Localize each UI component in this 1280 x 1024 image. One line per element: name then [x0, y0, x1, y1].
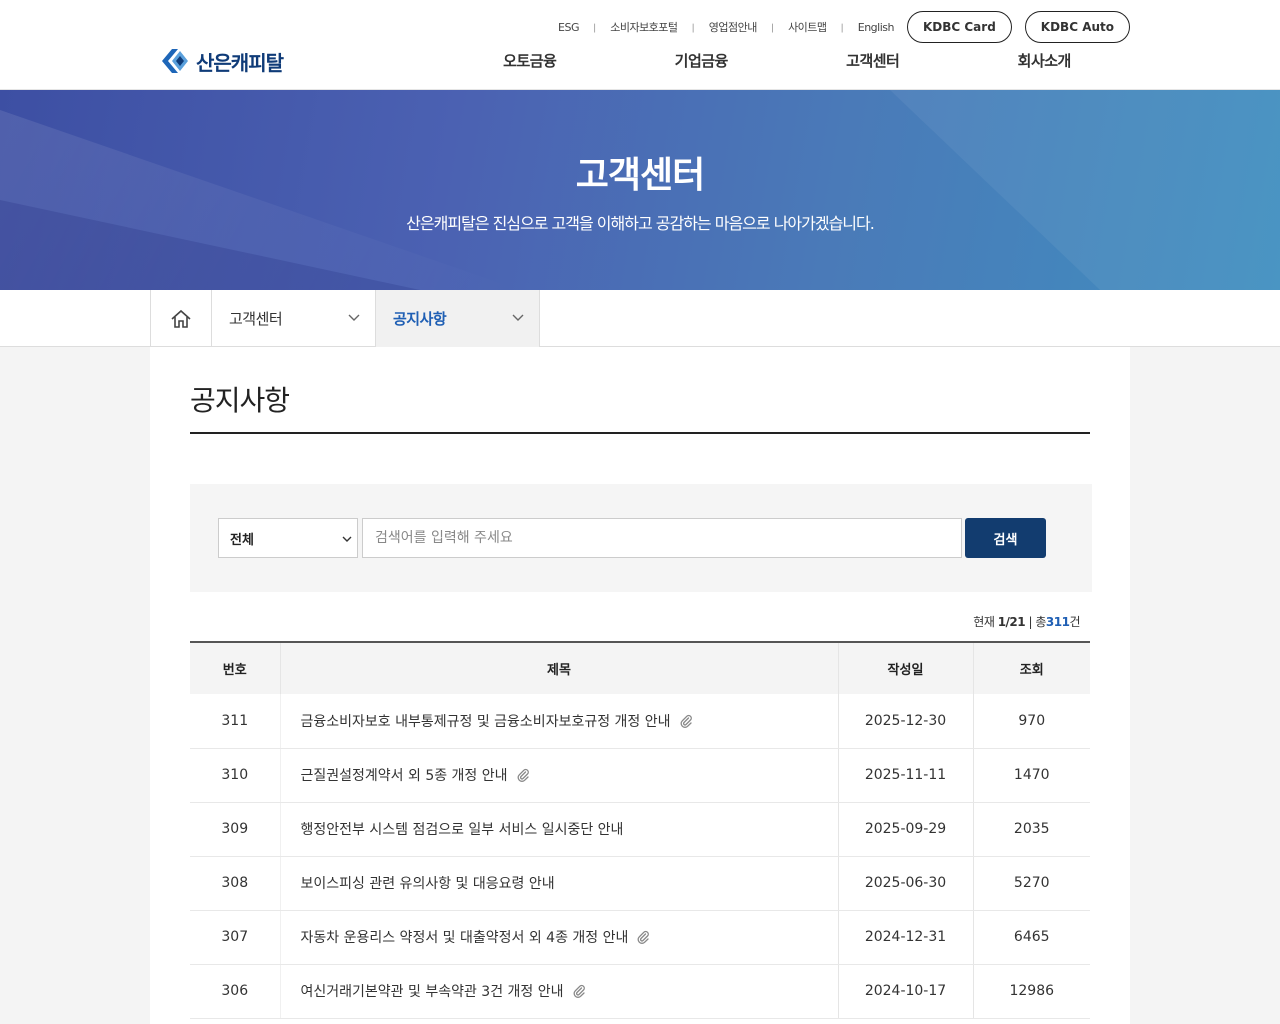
hero-subtitle: 산은캐피탈은 진심으로 고객을 이해하고 공감하는 마음으로 나아가겠습니다. [406, 214, 875, 233]
chevron-down-icon [342, 536, 352, 542]
attachment-icon [636, 930, 650, 944]
chevron-down-icon [348, 314, 360, 321]
location-bar: 고객센터 공지사항 [0, 290, 1280, 347]
row-title-cell: 여신거래기본약관 및 부속약관 3건 개정 안내 [279, 964, 839, 1019]
row-views: 1470 [973, 748, 1090, 803]
row-date: 2024-10-17 [838, 964, 974, 1019]
row-title-cell: 자동차 운용리스 약정서 및 대출약정서 외 4종 개정 안내 [279, 910, 839, 965]
search-category-value: 전체 [230, 532, 254, 548]
row-views: 12986 [973, 964, 1090, 1019]
table-row[interactable]: 311 금융소비자보호 내부통제규정 및 금융소비자보호규정 개정 안내 2025-… [190, 694, 1090, 749]
page-title: 공지사항 [190, 384, 290, 417]
util-link-sitemap[interactable]: 사이트맵 [788, 19, 827, 35]
count-prefix: 현재 [973, 615, 995, 629]
location-depth1-label: 고객센터 [229, 310, 283, 328]
util-separator: ㅣ [837, 23, 847, 35]
count-page: 1/21 [997, 615, 1026, 629]
home-icon [171, 309, 191, 328]
row-title-link[interactable]: 자동차 운용리스 약정서 및 대출약정서 외 4종 개정 안내 [301, 930, 629, 946]
row-number: 306 [190, 964, 280, 1019]
util-separator: ㅣ [767, 23, 778, 35]
row-title-link[interactable]: 보이스피싱 관련 유의사항 및 대응요령 안내 [301, 876, 555, 892]
row-title-link[interactable]: 금융소비자보호 내부통제규정 및 금융소비자보호규정 개정 안내 [301, 714, 671, 730]
notice-table-body: 311 금융소비자보호 내부통제규정 및 금융소비자보호규정 개정 안내 2025-… [190, 694, 1090, 1019]
table-header-row: 번호 제목 작성일 조회 [190, 641, 1090, 694]
notice-table: 번호 제목 작성일 조회 311 금융소비자보호 내부통제규정 및 금융소비자보호… [190, 641, 1090, 1019]
count-separator: | [1028, 615, 1033, 629]
table-row[interactable]: 306 여신거래기본약관 및 부속약관 3건 개정 안내 2024-10-17 129… [190, 964, 1090, 1019]
count-total-label: 총 [1035, 615, 1046, 629]
nav-item-customer-center[interactable]: 고객센터 [787, 50, 959, 71]
row-date: 2025-09-29 [838, 802, 974, 857]
row-title-link[interactable]: 근질권설정계약서 외 5종 개정 안내 [301, 768, 508, 784]
row-date: 2025-11-11 [838, 748, 974, 803]
table-row[interactable]: 309 행정안전부 시스템 점검으로 일부 서비스 일시중단 안내 2025-09-… [190, 802, 1090, 857]
location-depth2-select[interactable]: 공지사항 [376, 290, 540, 347]
site-header: ESG ㅣ 소비자보호포털 ㅣ 영업점안내 ㅣ 사이트맵 ㅣ English K… [0, 0, 1280, 90]
utility-nav: ESG ㅣ 소비자보호포털 ㅣ 영업점안내 ㅣ 사이트맵 ㅣ English K… [558, 11, 1130, 43]
header-date: 작성일 [837, 641, 973, 694]
search-button[interactable]: 검색 [965, 518, 1046, 558]
header-views: 조회 [972, 641, 1090, 694]
logo[interactable]: 산은캐피탈 [160, 46, 284, 76]
attachment-icon [516, 768, 530, 782]
attachment-icon [679, 714, 693, 728]
row-title-cell: 금융소비자보호 내부통제규정 및 금융소비자보호규정 개정 안내 [279, 694, 839, 749]
title-divider [190, 432, 1090, 434]
util-separator: ㅣ [688, 23, 698, 35]
attachment-icon [572, 984, 586, 998]
location-depth2-label: 공지사항 [393, 310, 447, 328]
kdbc-auto-button[interactable]: KDBC Auto [1024, 11, 1130, 43]
util-separator: ㅣ [590, 23, 600, 35]
row-title-cell: 보이스피싱 관련 유의사항 및 대응요령 안내 [279, 856, 839, 911]
nav-item-company[interactable]: 회사소개 [959, 50, 1131, 71]
row-views: 2035 [973, 802, 1090, 857]
content-area: 공지사항 전체 검색 현재 1/21 | 총311건 번호 제목 작성일 조회 [150, 347, 1130, 1024]
header-title: 제목 [279, 641, 838, 694]
chevron-down-icon [512, 314, 524, 321]
logo-mark-icon [162, 49, 188, 73]
header-number: 번호 [190, 641, 280, 694]
row-title-link[interactable]: 여신거래기본약관 및 부속약관 3건 개정 안내 [301, 984, 564, 1000]
search-panel: 전체 검색 [190, 484, 1092, 592]
table-row[interactable]: 307 자동차 운용리스 약정서 및 대출약정서 외 4종 개정 안내 2024-1… [190, 910, 1090, 965]
util-link-branches[interactable]: 영업점안내 [709, 19, 758, 35]
row-date: 2025-06-30 [838, 856, 974, 911]
row-date: 2025-12-30 [838, 694, 974, 749]
result-count: 현재 1/21 | 총311건 [973, 613, 1080, 630]
row-title-link[interactable]: 행정안전부 시스템 점검으로 일부 서비스 일시중단 안내 [301, 822, 624, 838]
row-number: 309 [190, 802, 280, 857]
main-nav: 오토금융 기업금융 고객센터 회사소개 [444, 50, 1130, 71]
search-input[interactable] [362, 518, 962, 558]
util-link-esg[interactable]: ESG [558, 21, 579, 34]
util-link-consumer-portal[interactable]: 소비자보호포털 [610, 19, 678, 35]
row-title-cell: 근질권설정계약서 외 5종 개정 안내 [279, 748, 839, 803]
util-link-english[interactable]: English [858, 21, 895, 34]
location-depth1-select[interactable]: 고객센터 [212, 290, 376, 347]
kdbc-card-button[interactable]: KDBC Card [906, 11, 1012, 43]
home-button[interactable] [150, 290, 212, 347]
logo-text: 산은캐피탈 [196, 50, 284, 75]
table-row[interactable]: 308 보이스피싱 관련 유의사항 및 대응요령 안내 2025-06-30 5270 [190, 856, 1090, 911]
row-number: 307 [190, 910, 280, 965]
row-views: 6465 [973, 910, 1090, 965]
row-number: 310 [190, 748, 280, 803]
table-row[interactable]: 310 근질권설정계약서 외 5종 개정 안내 2025-11-11 1470 [190, 748, 1090, 803]
count-suffix: 건 [1069, 615, 1080, 629]
row-views: 5270 [973, 856, 1090, 911]
nav-item-auto-finance[interactable]: 오토금융 [444, 50, 616, 71]
row-title-cell: 행정안전부 시스템 점검으로 일부 서비스 일시중단 안내 [279, 802, 839, 857]
row-date: 2024-12-31 [838, 910, 974, 965]
count-total: 311 [1045, 615, 1070, 629]
row-number: 308 [190, 856, 280, 911]
row-views: 970 [973, 694, 1090, 749]
hero-title: 고객센터 [575, 155, 705, 196]
hero-banner: 고객센터 산은캐피탈은 진심으로 고객을 이해하고 공감하는 마음으로 나아가겠… [0, 90, 1280, 290]
row-number: 311 [190, 694, 280, 749]
search-category-select[interactable]: 전체 [218, 518, 358, 558]
nav-item-corporate-finance[interactable]: 기업금융 [616, 50, 788, 71]
